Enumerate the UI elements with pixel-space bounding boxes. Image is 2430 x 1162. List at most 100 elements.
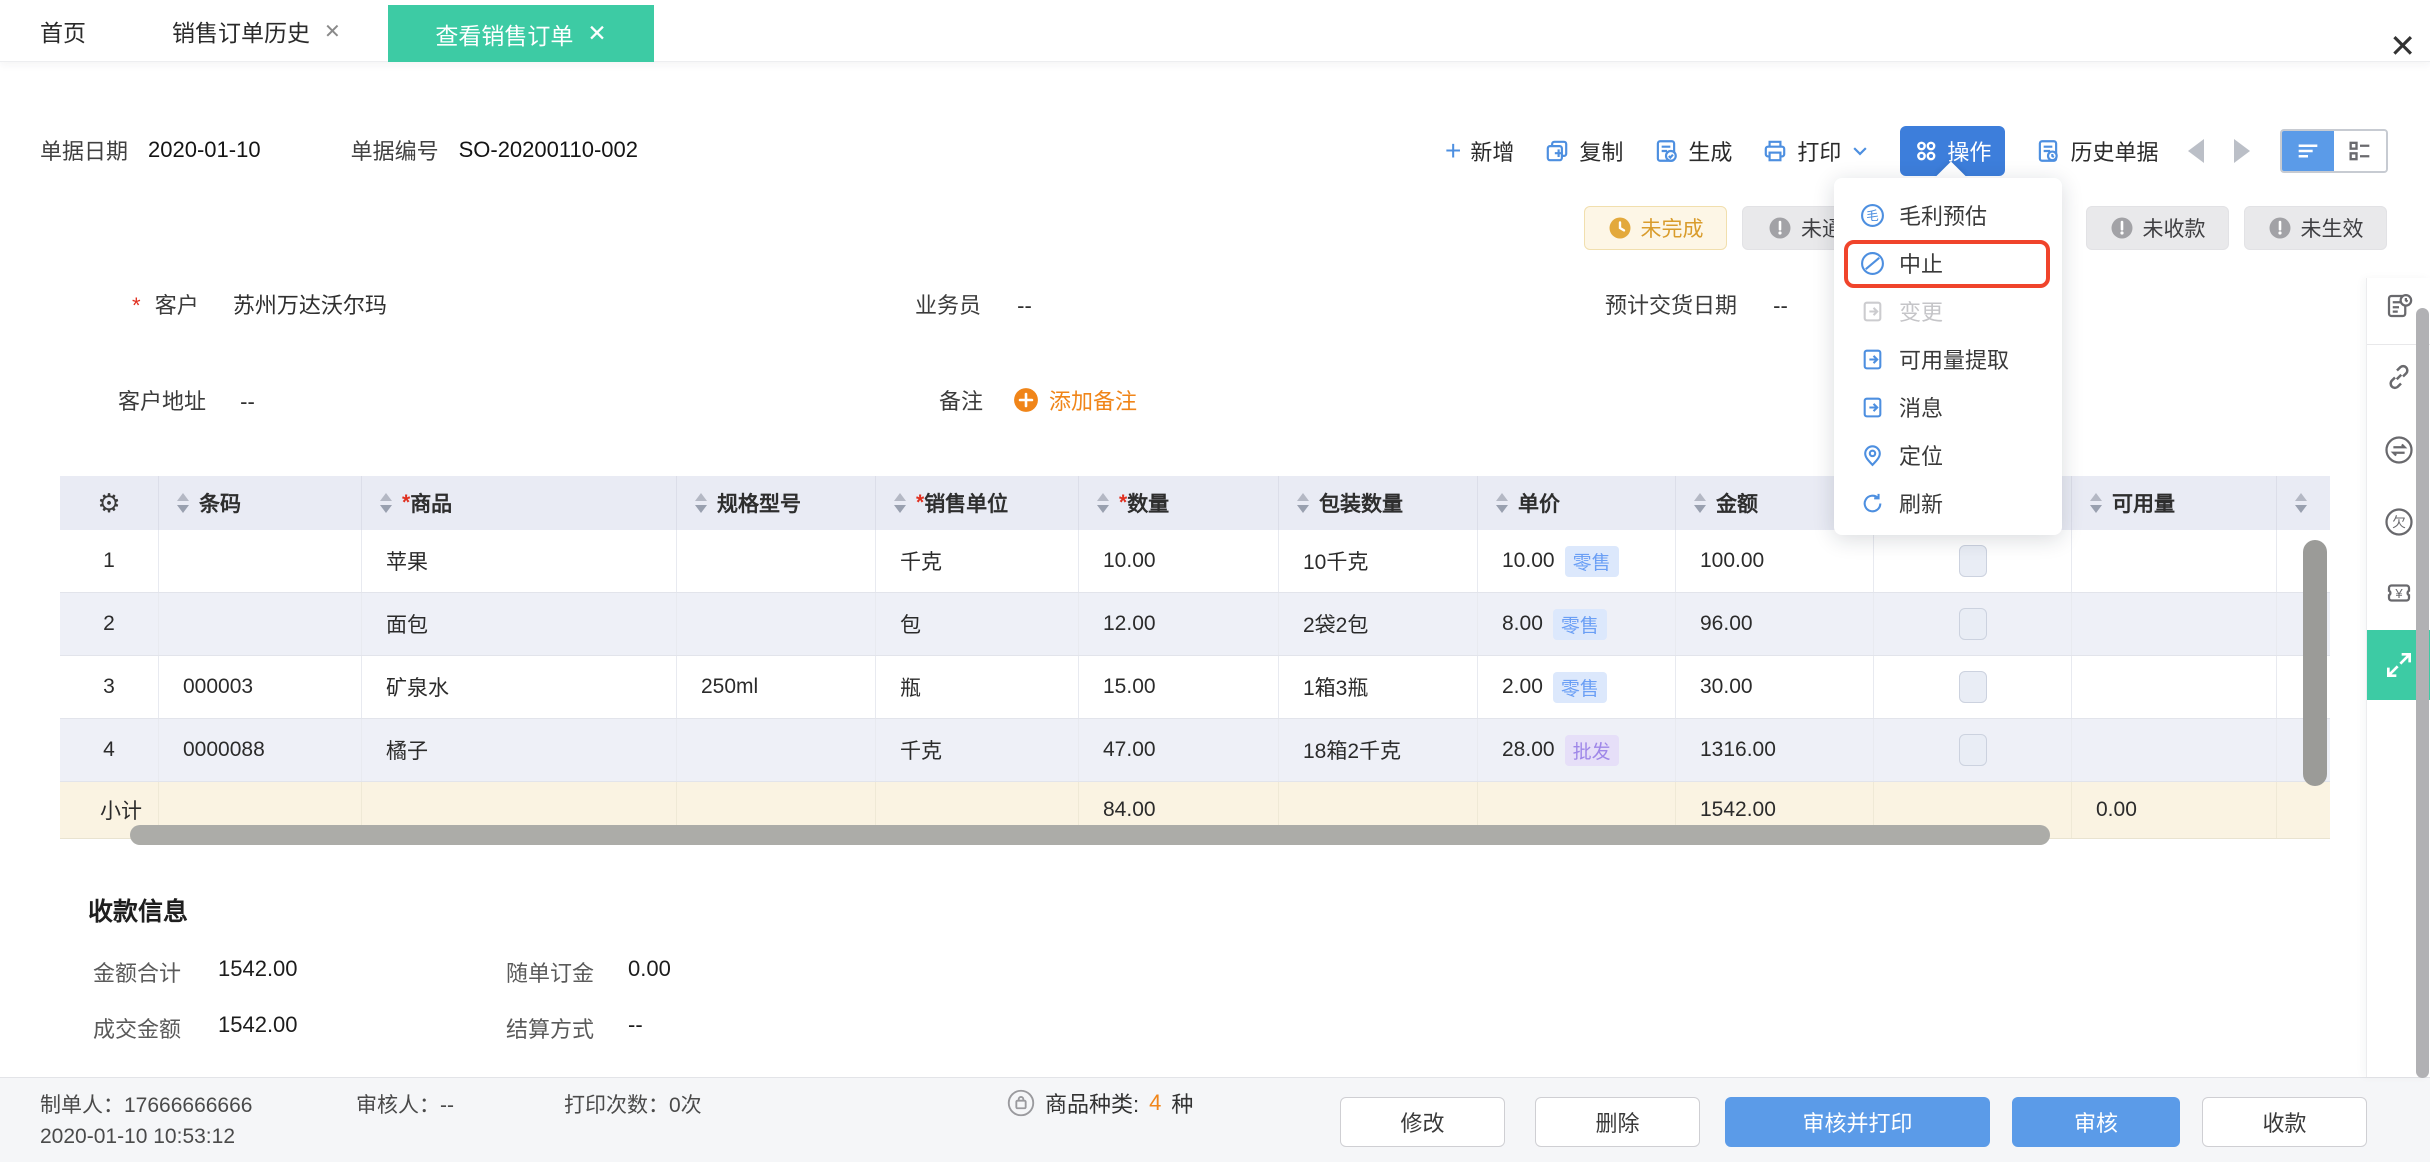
link-icon[interactable] — [2384, 362, 2414, 392]
card-view-button[interactable] — [2334, 131, 2387, 171]
sort-icon — [177, 493, 189, 513]
doc-arrow-icon — [1863, 397, 1882, 417]
list-view-button[interactable] — [2282, 131, 2335, 171]
cell-price: 2.00 零售 — [1478, 656, 1676, 718]
cell-price: 28.00 批发 — [1478, 719, 1676, 781]
modify-button[interactable]: 修改 — [1340, 1097, 1505, 1147]
table-row[interactable]: 2 面包 包 12.00 2袋2包 8.00 零售 96.00 — [60, 593, 2330, 656]
delivery-date-field[interactable]: 预计交货日期 -- — [1605, 288, 1788, 320]
exclamation-icon — [2111, 217, 2132, 239]
receive-payment-button[interactable]: 收款 — [2202, 1097, 2367, 1147]
menu-item-label: 消息 — [1899, 396, 1944, 421]
menu-item-profit-estimate[interactable]: 毛 毛利预估 — [1834, 191, 2062, 239]
print-count-info: 打印次数：0次 — [564, 1094, 702, 1117]
row-checkbox[interactable] — [1958, 734, 1987, 766]
col-header-barcode[interactable]: 条码 — [159, 476, 362, 530]
column-settings[interactable]: ⚙ — [60, 476, 159, 530]
table-row[interactable]: 1 苹果 千克 10.00 10千克 10.00 零售 100.00 — [60, 530, 2330, 593]
expand-icon — [2387, 653, 2411, 677]
profit-icon: 毛 — [1861, 203, 1884, 227]
svg-text:毛: 毛 — [1866, 209, 1879, 223]
tab-home[interactable]: 首页 — [40, 0, 86, 62]
customer-address-field[interactable]: 客户地址 -- — [118, 384, 255, 416]
cell-barcode — [159, 530, 362, 592]
col-header-extra[interactable] — [2277, 476, 2330, 530]
generate-button[interactable]: 生成 — [1653, 135, 1732, 167]
add-button[interactable]: + 新增 — [1445, 135, 1514, 167]
chevron-down-icon[interactable] — [1850, 141, 1870, 161]
close-tab-icon[interactable]: ✕ — [587, 20, 606, 47]
audit-button[interactable]: 审核 — [2012, 1097, 2180, 1147]
history-docs-button[interactable]: 历史单据 — [2035, 135, 2158, 167]
price-type-tag[interactable]: 批发 — [1564, 734, 1619, 766]
doc-log-icon[interactable] — [2384, 291, 2414, 321]
prev-doc-icon[interactable] — [2188, 139, 2205, 163]
row-number: 4 — [60, 719, 159, 781]
deposit-value: 0.00 — [628, 956, 671, 981]
table-vertical-scrollbar[interactable] — [2303, 540, 2327, 786]
sku-unit: 种 — [1171, 1092, 1194, 1117]
row-number: 2 — [60, 593, 159, 655]
tab-sales-order-history[interactable]: 销售订单历史 ✕ — [172, 0, 341, 62]
row-checkbox[interactable] — [1958, 545, 1987, 577]
customer-field[interactable]: * 客户 苏州万达沃尔玛 — [132, 288, 387, 320]
cell-price: 8.00 零售 — [1478, 593, 1676, 655]
col-header-unit[interactable]: * 销售单位 — [876, 476, 1079, 530]
table-row[interactable]: 3 000003 矿泉水 250ml 瓶 15.00 1箱3瓶 2.00 零售 3… — [60, 656, 2330, 719]
menu-item-available-extract[interactable]: 可用量提取 — [1834, 335, 2062, 383]
footer-bar: 制单人：17666666666 2020-01-10 10:53:12 审核人：… — [0, 1077, 2430, 1162]
salesman-field[interactable]: 业务员 -- — [915, 288, 1032, 320]
price-type-tag[interactable]: 零售 — [1564, 545, 1619, 577]
cell-product: 橘子 — [362, 719, 677, 781]
close-tab-icon[interactable]: ✕ — [324, 19, 341, 44]
col-header-product[interactable]: * 商品 — [362, 476, 677, 530]
horizontal-scrollbar[interactable] — [130, 825, 2050, 845]
row-checkbox[interactable] — [1958, 608, 1987, 640]
money-ticket-icon[interactable]: ¥ — [2384, 578, 2414, 608]
created-time: 2020-01-10 10:53:12 — [40, 1125, 235, 1148]
sku-count: 商品种类: 4 种 — [1007, 1087, 1193, 1119]
cell-qty: 12.00 — [1079, 593, 1279, 655]
col-header-pkg-qty[interactable]: 包装数量 — [1279, 476, 1478, 530]
page-vertical-scrollbar[interactable] — [2416, 308, 2429, 1078]
menu-item-abort[interactable]: 中止 — [1834, 239, 2062, 287]
add-remark-button[interactable]: 添加备注 — [1013, 384, 1137, 416]
cell-spec — [677, 593, 876, 655]
tab-view-sales-order[interactable]: 查看销售订单 ✕ — [388, 5, 654, 62]
plus-icon: + — [1445, 135, 1462, 166]
customer-address-value: -- — [240, 389, 255, 414]
history-doc-icon — [2039, 140, 2059, 162]
print-button[interactable]: 打印 — [1762, 135, 1870, 167]
debt-icon[interactable]: 欠 — [2384, 507, 2414, 537]
delete-button[interactable]: 删除 — [1535, 1097, 1700, 1147]
menu-item-message[interactable]: 消息 — [1834, 383, 2062, 431]
cell-available — [2072, 656, 2277, 718]
tab-bar: 首页 销售订单历史 ✕ 查看销售订单 ✕ ✕ — [0, 0, 2430, 62]
col-header-available[interactable]: 可用量 — [2072, 476, 2277, 530]
menu-item-refresh[interactable]: 刷新 — [1834, 479, 2062, 527]
col-header-spec[interactable]: 规格型号 — [677, 476, 876, 530]
cell-spec: 250ml — [677, 656, 876, 718]
audit-and-print-button[interactable]: 审核并打印 — [1725, 1097, 1990, 1147]
col-header-qty[interactable]: * 数量 — [1079, 476, 1279, 530]
sort-icon — [1297, 493, 1309, 513]
copy-button[interactable]: 复制 — [1544, 135, 1623, 167]
next-doc-icon[interactable] — [2234, 139, 2251, 163]
menu-item-label: 定位 — [1899, 444, 1944, 469]
cell-product: 矿泉水 — [362, 656, 677, 718]
close-icon[interactable]: ✕ — [2389, 30, 2416, 62]
tab-home-label: 首页 — [40, 20, 86, 46]
row-checkbox[interactable] — [1958, 671, 1987, 703]
cell-spec — [677, 530, 876, 592]
col-header-price[interactable]: 单价 — [1478, 476, 1676, 530]
transfer-icon[interactable] — [2384, 435, 2414, 465]
doc-no-label: 单据编号 — [350, 139, 439, 164]
menu-item-label: 变更 — [1899, 300, 1944, 325]
price-type-tag[interactable]: 零售 — [1552, 608, 1607, 640]
menu-item-locate[interactable]: 定位 — [1834, 431, 2062, 479]
price-type-tag[interactable]: 零售 — [1552, 671, 1607, 703]
generate-label: 生成 — [1688, 140, 1733, 165]
delivery-date-label: 预计交货日期 — [1605, 293, 1738, 318]
table-row[interactable]: 4 0000088 橘子 千克 47.00 18箱2千克 28.00 批发 131… — [60, 719, 2330, 782]
cell-product: 苹果 — [362, 530, 677, 592]
